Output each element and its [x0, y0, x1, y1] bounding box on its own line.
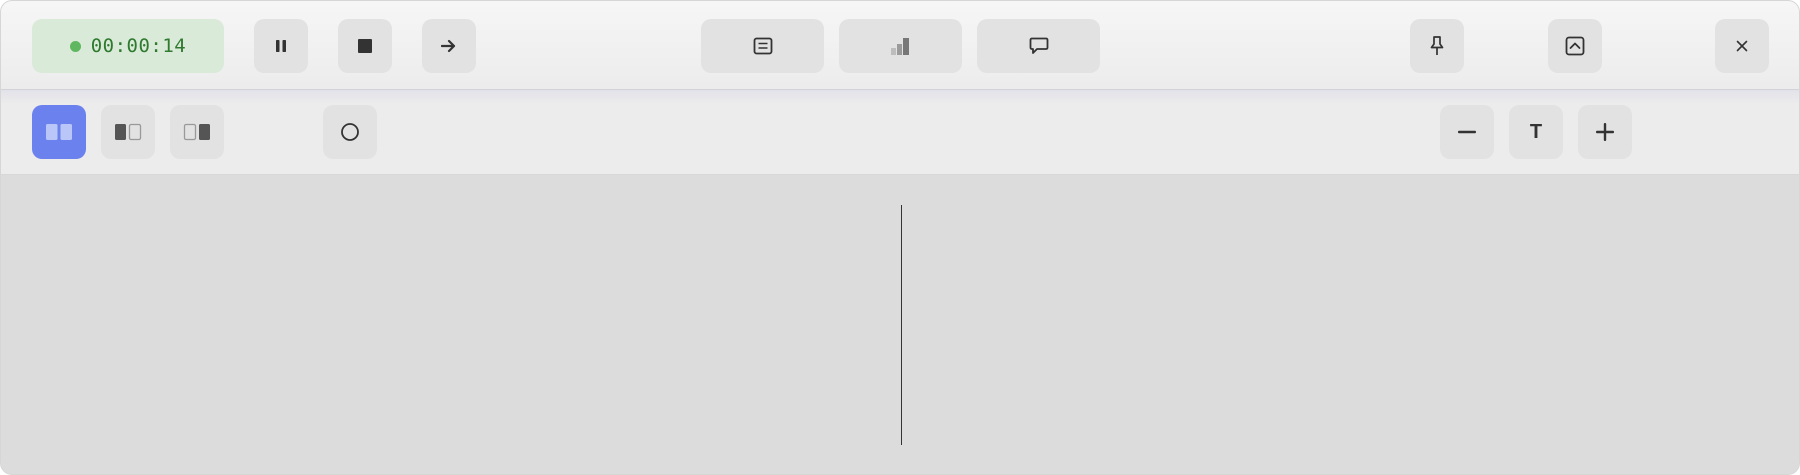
notes-button[interactable] [701, 19, 824, 73]
pin-button[interactable] [1410, 19, 1464, 73]
top-toolbar: 00:00:14 [1, 1, 1799, 90]
view-toolbar: T [1, 90, 1799, 175]
pause-icon [275, 39, 287, 53]
layout-split-equal-button[interactable] [32, 105, 86, 159]
split-equal-icon [45, 123, 73, 141]
plus-icon [1595, 122, 1615, 142]
app-window: 00:00:14 T [0, 0, 1800, 475]
close-button[interactable] [1715, 19, 1769, 73]
circle-icon [340, 122, 360, 142]
close-icon [1735, 39, 1749, 53]
pin-icon [1430, 35, 1444, 57]
layout-focus-right-button[interactable] [170, 105, 224, 159]
signal-bars-icon [890, 37, 912, 55]
collapse-up-icon [1565, 36, 1585, 56]
chat-button[interactable] [977, 19, 1100, 73]
split-divider[interactable] [901, 205, 902, 445]
stop-button[interactable] [338, 19, 392, 73]
chat-bubble-icon [1029, 37, 1049, 55]
increase-font-button[interactable] [1578, 105, 1632, 159]
stop-icon [357, 38, 373, 54]
arrow-right-icon [441, 39, 457, 53]
content-area [1, 175, 1799, 474]
focus-left-icon [114, 123, 142, 141]
pause-button[interactable] [254, 19, 308, 73]
font-size-label: T [1529, 120, 1543, 143]
levels-button[interactable] [839, 19, 962, 73]
elapsed-time: 00:00:14 [90, 35, 187, 57]
layout-focus-left-button[interactable] [101, 105, 155, 159]
font-size-button[interactable]: T [1509, 105, 1563, 159]
minus-icon [1457, 130, 1477, 134]
focus-right-icon [183, 123, 211, 141]
collapse-button[interactable] [1548, 19, 1602, 73]
record-toggle-button[interactable] [323, 105, 377, 159]
recording-indicator [69, 40, 81, 52]
notes-icon [753, 37, 773, 55]
decrease-font-button[interactable] [1440, 105, 1494, 159]
next-button[interactable] [422, 19, 476, 73]
recording-timer: 00:00:14 [32, 19, 224, 73]
